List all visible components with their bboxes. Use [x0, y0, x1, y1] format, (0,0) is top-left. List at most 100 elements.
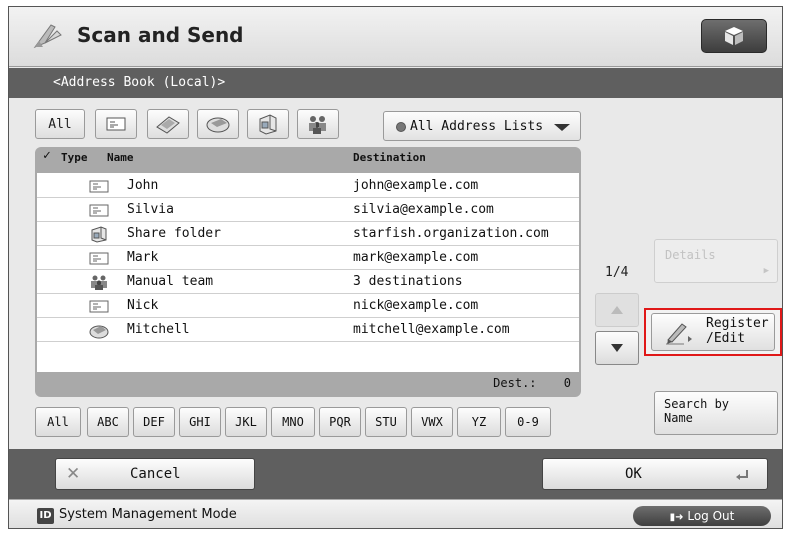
table-row[interactable]: John john@example.com — [37, 175, 579, 198]
email-icon — [89, 250, 109, 267]
table-row[interactable]: Share folder starfish.organization.com — [37, 223, 579, 246]
search-label-line2: Name — [664, 411, 693, 425]
row-name: Mark — [127, 250, 159, 265]
alpha-tab[interactable]: JKL — [225, 407, 267, 437]
address-list-dot-icon — [396, 122, 406, 132]
group-icon — [89, 274, 109, 291]
ifax-icon — [206, 117, 230, 133]
email-icon — [89, 178, 109, 195]
alpha-tab[interactable]: DEF — [133, 407, 175, 437]
folder-icon — [89, 226, 109, 243]
row-name: Share folder — [127, 226, 221, 241]
row-destination: 3 destinations — [353, 274, 463, 289]
register-edit-button[interactable]: Register /Edit — [651, 313, 775, 351]
mode-text: System Management Mode — [59, 507, 237, 522]
cancel-label: Cancel — [130, 466, 181, 482]
row-name: Nick — [127, 298, 159, 313]
address-list-label: All Address Lists — [410, 118, 544, 134]
scroll-down-button[interactable] — [595, 331, 639, 365]
id-badge-icon: ID — [37, 508, 54, 524]
row-destination: john@example.com — [353, 178, 479, 193]
dest-count-value: 0 — [563, 376, 571, 390]
cube-icon — [725, 27, 743, 45]
row-destination: nick@example.com — [353, 298, 479, 313]
row-name: Manual team — [127, 274, 214, 289]
table-row[interactable]: Nick nick@example.com — [37, 295, 579, 318]
cancel-button[interactable]: ✕ Cancel — [55, 458, 255, 490]
table-row[interactable]: Silvia silvia@example.com — [37, 199, 579, 222]
type-filter-file-button[interactable] — [247, 109, 289, 139]
title-bar: Scan and Send — [9, 7, 782, 67]
close-icon: ✕ — [66, 464, 81, 484]
table-row[interactable]: Manual team 3 destinations — [37, 271, 579, 294]
table-row[interactable]: Mark mark@example.com — [37, 247, 579, 270]
register-edit-highlight: Register /Edit — [644, 308, 782, 356]
address-list-dropdown[interactable]: All Address Lists — [383, 111, 581, 141]
logout-icon: ▮➜ — [669, 512, 684, 523]
row-name: John — [127, 178, 159, 193]
type-filter-email-button[interactable] — [95, 109, 137, 139]
page-indicator: 1/4 — [605, 265, 629, 280]
alpha-tab[interactable]: ABC — [87, 407, 129, 437]
type-filter-fax-button[interactable] — [147, 109, 189, 139]
details-label: Details — [665, 248, 716, 262]
status-bar: ID System Management Mode ▮➜ Log Out — [9, 499, 782, 528]
quick-menu-button[interactable] — [701, 19, 767, 53]
page-title: Scan and Send — [77, 23, 244, 47]
alpha-tab[interactable]: MNO — [271, 407, 315, 437]
sort-check-icon[interactable]: ✓ — [43, 148, 51, 163]
table-row[interactable]: Mitchell mitchell@example.com — [37, 319, 579, 342]
type-filter-group-button[interactable] — [297, 109, 339, 139]
scan-and-send-screen: Scan and Send <Address Book (Local)> All… — [8, 6, 783, 529]
row-destination: silvia@example.com — [353, 202, 494, 217]
scan-send-icon — [33, 24, 62, 49]
scroll-up-button[interactable] — [595, 293, 639, 327]
search-label-line1: Search by — [664, 397, 730, 411]
ok-button[interactable]: OK — [542, 458, 768, 490]
alpha-tab[interactable]: YZ — [457, 407, 501, 437]
chevron-right-icon: ▶ — [763, 266, 769, 276]
alpha-tab[interactable]: VWX — [411, 407, 453, 437]
alpha-tab[interactable]: 0-9 — [505, 407, 551, 437]
type-filter-all-button[interactable]: All — [35, 109, 85, 139]
list-header: ✓ Type Name Destination — [35, 147, 581, 169]
type-filter-ifax-button[interactable] — [197, 109, 239, 139]
email-icon — [89, 202, 109, 219]
email-icon — [89, 298, 109, 315]
fax-icon — [156, 116, 180, 134]
ifax-icon — [89, 322, 109, 339]
details-button[interactable]: Details ▶ — [654, 239, 778, 283]
register-label-line2: /Edit — [706, 331, 746, 346]
row-destination: starfish.organization.com — [353, 226, 549, 241]
row-destination: mark@example.com — [353, 250, 479, 265]
dest-count-label: Dest.: — [493, 376, 537, 390]
row-name: Silvia — [127, 202, 174, 217]
column-name[interactable]: Name — [107, 151, 134, 164]
dest-count: Dest.: 0 — [493, 376, 571, 390]
column-type[interactable]: Type — [61, 151, 88, 164]
alpha-tab[interactable]: GHI — [179, 407, 221, 437]
address-rows: John john@example.com Silvia silvia@example… — [37, 173, 579, 372]
group-icon — [309, 116, 326, 134]
register-label-line1: Register — [706, 316, 769, 331]
arrow-down-icon — [611, 344, 623, 352]
pen-edit-icon — [666, 323, 692, 345]
ok-label: OK — [625, 466, 642, 482]
folder-icon — [259, 114, 277, 135]
register-edit-label: Register /Edit — [706, 316, 769, 346]
logout-label: Log Out — [687, 509, 735, 523]
alpha-tab[interactable]: All — [35, 407, 81, 437]
logout-button[interactable]: ▮➜ Log Out — [633, 506, 771, 526]
chevron-down-icon — [554, 124, 570, 131]
row-name: Mitchell — [127, 322, 190, 337]
arrow-up-icon — [611, 306, 623, 314]
email-icon — [106, 117, 126, 131]
address-book-bar: <Address Book (Local)> — [9, 68, 782, 98]
column-destination[interactable]: Destination — [353, 151, 426, 164]
search-by-name-button[interactable]: Search by Name — [654, 391, 778, 435]
alpha-tab[interactable]: STU — [365, 407, 407, 437]
enter-icon — [736, 470, 748, 480]
alpha-tab[interactable]: PQR — [319, 407, 361, 437]
address-list-panel: ✓ Type Name Destination John john@example… — [35, 147, 581, 397]
row-destination: mitchell@example.com — [353, 322, 510, 337]
